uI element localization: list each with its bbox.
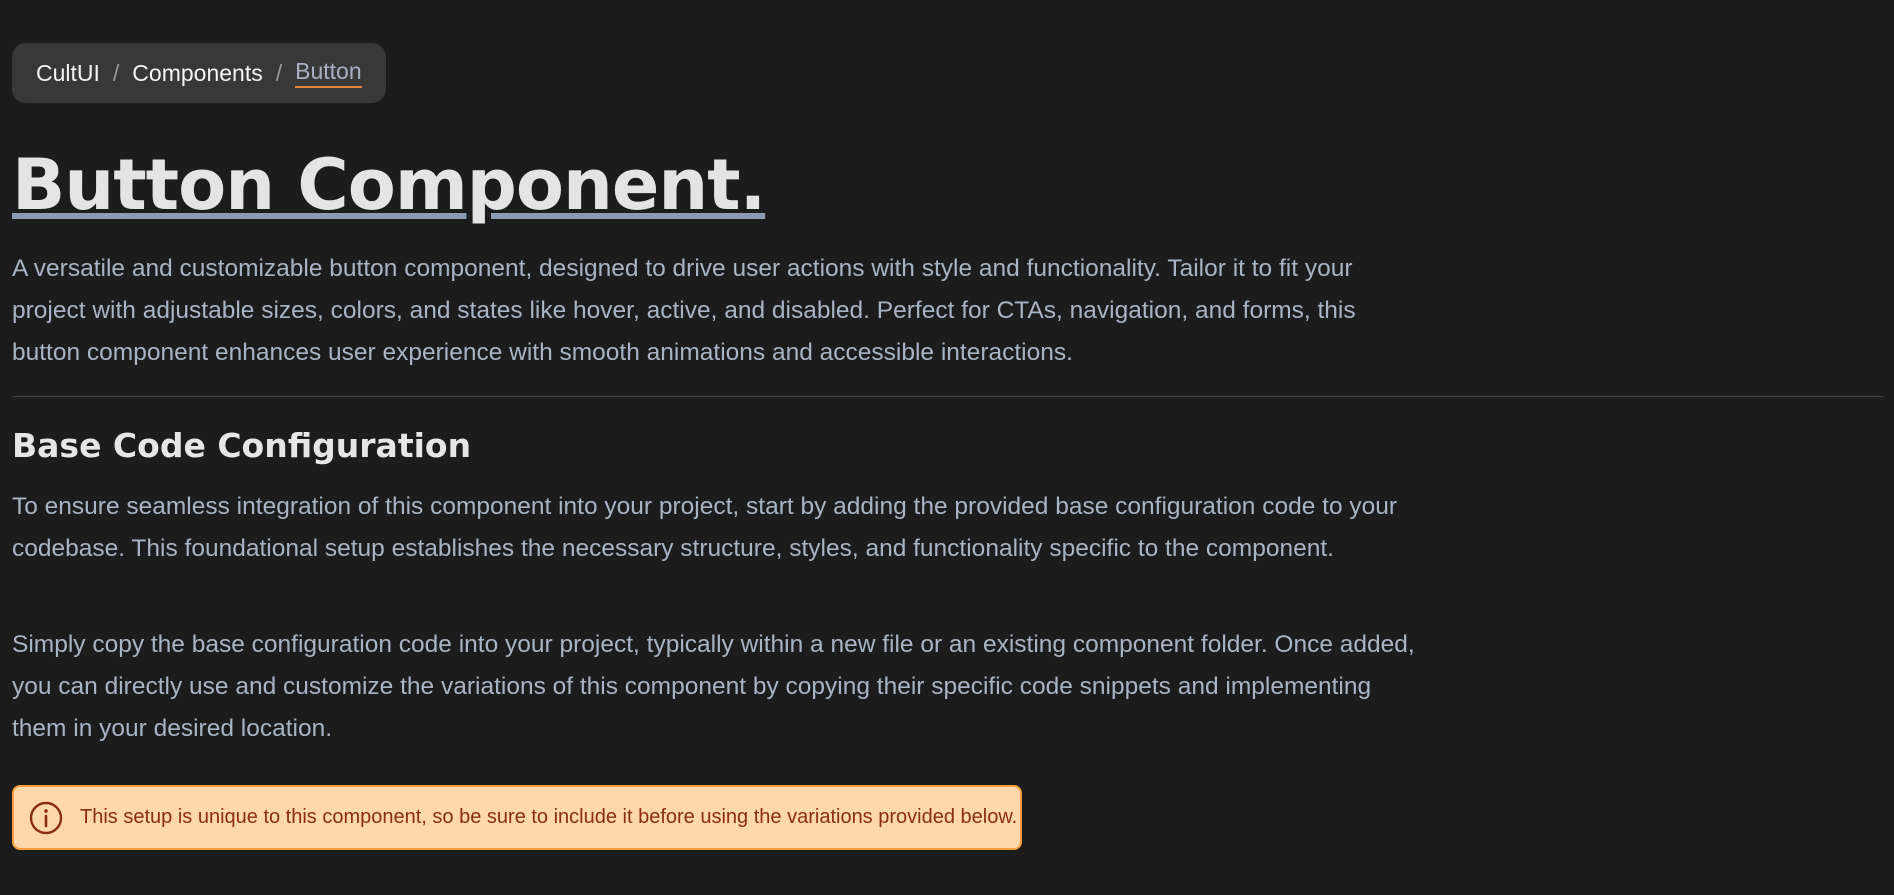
breadcrumb-item-current: Button: [295, 58, 362, 88]
alert-text: This setup is unique to this component, …: [80, 806, 1018, 828]
breadcrumb-separator: /: [112, 59, 120, 86]
divider: [12, 396, 1884, 397]
info-alert: This setup is unique to this component, …: [12, 785, 1022, 850]
section-paragraph-2: Simply copy the base configuration code …: [12, 631, 1415, 742]
page: CultUI / Components / Button Button Comp…: [0, 0, 1894, 895]
info-circle-icon: [28, 800, 64, 836]
section-paragraph-1: To ensure seamless integration of this c…: [12, 493, 1398, 562]
page-intro: A versatile and customizable button comp…: [12, 255, 1356, 366]
breadcrumb-item-cultui[interactable]: CultUI: [36, 60, 100, 87]
breadcrumb-item-components[interactable]: Components: [132, 60, 262, 87]
page-title: Button Component.: [12, 144, 766, 226]
breadcrumb: CultUI / Components / Button: [12, 43, 386, 103]
breadcrumb-separator: /: [275, 59, 283, 86]
section-title: Base Code Configuration: [12, 426, 472, 465]
